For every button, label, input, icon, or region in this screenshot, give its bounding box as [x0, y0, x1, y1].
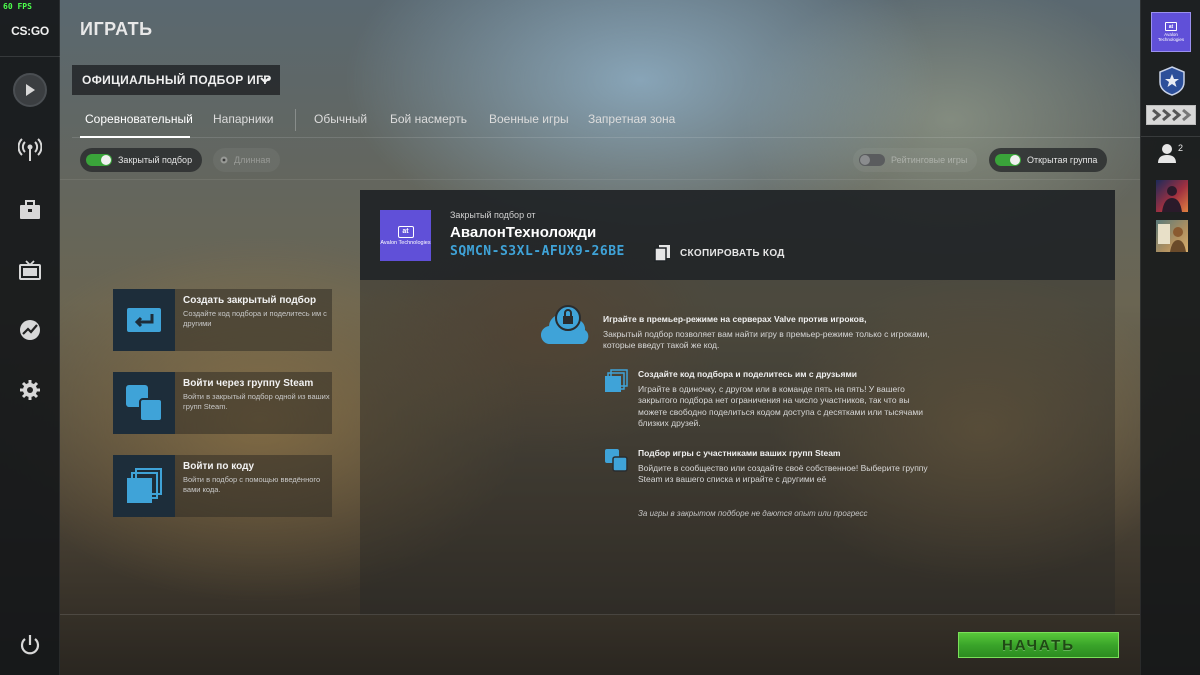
action-title: Войти через группу Steam [183, 378, 314, 389]
tab-competitive[interactable]: Соревновательный [85, 112, 193, 126]
character-silhouette-icon [1158, 224, 1186, 252]
ranked-label: Рейтинговые игры [891, 155, 968, 165]
premier-body: Закрытый подбор позволяет вам найти игру… [603, 328, 930, 351]
character-silhouette-icon [1162, 186, 1182, 212]
avatar-mark: at [397, 225, 414, 238]
rail-divider [1141, 136, 1200, 137]
fps-counter: 60 FPS [3, 2, 32, 11]
page-title: ИГРАТЬ [80, 19, 153, 39]
avatar-text: Avalon Technologies [380, 239, 431, 246]
tab-casual[interactable]: Обычный [314, 112, 367, 126]
gear-icon [20, 380, 40, 400]
power-icon [20, 635, 40, 655]
lobby-label: Закрытый подбор от [450, 210, 536, 220]
tv-icon [19, 260, 41, 280]
open-group-toggle[interactable]: Открытая группа [989, 148, 1108, 172]
active-tab-indicator [80, 136, 190, 138]
premier-title: Играйте в премьер-режиме на серверах Val… [603, 314, 867, 324]
game-mode-tabs: Соревновательный Напарники Обычный Бой н… [72, 100, 1140, 138]
avatar-text: Avalon Technologies [1157, 32, 1185, 42]
group-squares-icon [605, 449, 628, 472]
action-subtitle: Создайте код подбора и поделитесь им с д… [183, 309, 327, 328]
right-social-rail: at Avalon Technologies 2 [1140, 0, 1200, 675]
game-logo: CS:GO [11, 24, 49, 38]
stats-nav-button[interactable] [10, 310, 50, 350]
action-title: Создать закрытый подбор [183, 295, 317, 306]
service-medal-icon[interactable] [1158, 66, 1186, 96]
premier-info: Играйте в премьер-режиме на серверах Val… [603, 314, 933, 352]
private-lobby-label: Закрытый подбор [118, 155, 193, 165]
copy-code-label: СКОПИРОВАТЬ КОД [680, 247, 785, 259]
player-avatar[interactable]: at Avalon Technologies [1151, 12, 1191, 52]
private-lobby-toggle[interactable]: Закрытый подбор [80, 148, 203, 172]
stack-squares-icon [605, 369, 628, 392]
inventory-nav-button[interactable] [10, 190, 50, 230]
tab-deathmatch[interactable]: Бой насмерть [390, 112, 467, 126]
filter-row: Закрытый подбор Длинная Рейтинговые игры… [60, 140, 1140, 180]
copy-code-button[interactable]: СКОПИРОВАТЬ КОД [654, 244, 785, 262]
action-subtitle: Войти в подбор с помощью введённого вами… [183, 475, 321, 494]
open-group-label: Открытая группа [1027, 155, 1098, 165]
join-steam-group-card[interactable]: Войти через группу Steam Войти в закрыты… [113, 372, 332, 434]
stats-icon [20, 320, 40, 340]
action-subtitle: Войти в закрытый подбор одной из ваших г… [183, 392, 330, 411]
rank-badge[interactable] [1146, 105, 1196, 125]
toggle-switch [995, 154, 1021, 166]
friends-button[interactable]: 2 [1157, 143, 1183, 163]
cloud-lock-icon [541, 305, 589, 345]
ranked-toggle[interactable]: Рейтинговые игры [853, 148, 978, 172]
share-info: Создайте код подбора и поделитесь им с д… [638, 369, 928, 430]
groups-info: Подбор игры с участниками ваших групп St… [638, 448, 938, 486]
tab-wingman[interactable]: Напарники [213, 112, 273, 126]
friend-avatar[interactable] [1156, 220, 1188, 252]
tab-danger-zone[interactable]: Запретная зона [588, 112, 675, 126]
long-match-label: Длинная [234, 155, 271, 165]
avatar-mark: at [1165, 22, 1177, 31]
lobby-code: SQMCN-S3XL-AFUX9-26BE [450, 244, 625, 259]
groups-title: Подбор игры с участниками ваших групп St… [638, 448, 841, 458]
logo-divider [0, 56, 60, 57]
enter-icon [113, 289, 175, 351]
left-nav-rail: 60 FPS CS:GO [0, 0, 60, 675]
groups-body: Войдите в сообщество или создайте своё с… [638, 462, 928, 485]
action-title: Войти по коду [183, 461, 255, 472]
mode-select-value: ОФИЦИАЛЬНЫЙ ПОДБОР ИГР [82, 73, 272, 87]
lobby-owner-avatar: at Avalon Technologies [380, 210, 431, 261]
bottom-divider [60, 614, 1140, 615]
friends-count: 2 [1178, 143, 1184, 153]
matchmaking-mode-dropdown[interactable]: ОФИЦИАЛЬНЫЙ ПОДБОР ИГР [72, 65, 280, 95]
broadcast-icon [18, 138, 42, 161]
copy-icon [654, 245, 670, 262]
gear-icon [220, 156, 228, 164]
toggle-switch [86, 154, 112, 166]
lobby-header: at Avalon Technologies Закрытый подбор о… [360, 190, 1115, 280]
stack-squares-icon [113, 455, 175, 517]
tab-divider [295, 109, 296, 131]
play-icon [13, 73, 47, 107]
long-match-option: Длинная [213, 148, 281, 172]
no-xp-note: За игры в закрытом подборе не даются опы… [638, 509, 868, 518]
settings-nav-button[interactable] [10, 370, 50, 410]
watch-nav-button[interactable] [10, 250, 50, 290]
friends-icon [1158, 144, 1176, 163]
briefcase-icon [20, 200, 40, 219]
lobby-owner-name: АвалонТехноложди [450, 224, 597, 241]
broadcast-nav-button[interactable] [10, 130, 50, 170]
friend-avatar[interactable] [1156, 180, 1188, 212]
share-title: Создайте код подбора и поделитесь им с д… [638, 369, 857, 379]
group-squares-icon [113, 372, 175, 434]
chevrons-rank-icon [1152, 108, 1192, 122]
tab-war-games[interactable]: Военные игры [489, 112, 569, 126]
play-nav-button[interactable] [10, 70, 50, 110]
power-nav-button[interactable] [10, 625, 50, 665]
start-button[interactable]: НАЧАТЬ [958, 632, 1119, 658]
chevron-down-icon [260, 77, 270, 84]
create-private-lobby-card[interactable]: Создать закрытый подбор Создайте код под… [113, 289, 332, 351]
share-body: Играйте в одиночку, с другом или в коман… [638, 383, 923, 429]
join-by-code-card[interactable]: Войти по коду Войти в подбор с помощью в… [113, 455, 332, 517]
toggle-switch [859, 154, 885, 166]
